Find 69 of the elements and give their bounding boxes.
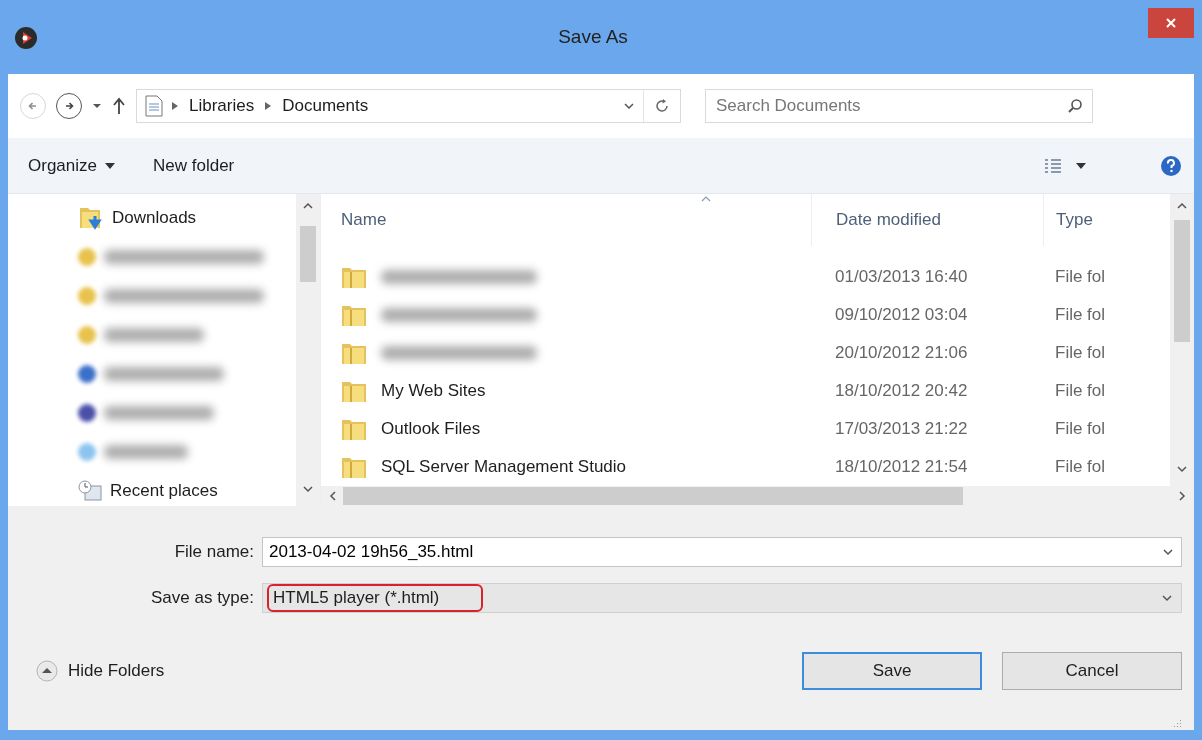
breadcrumb[interactable]: Libraries (187, 96, 257, 116)
date-cell-text: 01/03/2013 16:40 (834, 267, 969, 287)
close-icon (1165, 17, 1177, 29)
up-arrow-icon[interactable] (112, 97, 126, 115)
breadcrumb-arrow-icon (264, 101, 273, 111)
field-label: File name: (173, 542, 255, 562)
date-cell-text: 17/03/2013 21:22 (834, 419, 969, 439)
help-icon[interactable] (1160, 154, 1182, 177)
chevron-icon (1176, 463, 1188, 475)
scrollbar-thumb[interactable] (1174, 220, 1190, 342)
search-icon[interactable] (1067, 98, 1083, 114)
window-title: Save As (557, 26, 629, 48)
field-label: Save as type: (150, 588, 255, 608)
view-options-button[interactable] (1044, 157, 1086, 174)
sidebar-item[interactable]: Downloads (78, 198, 296, 237)
dialog-button[interactable]: Cancel (1002, 652, 1182, 690)
column-header[interactable]: Date modified (811, 194, 1043, 246)
type-cell-text: File fol (1054, 419, 1107, 439)
dialog-button[interactable]: Save (802, 652, 982, 690)
type-cell-text: File fol (1054, 267, 1107, 287)
folder-icon (341, 341, 367, 365)
date-cell-text: 09/10/2012 03:04 (834, 305, 969, 325)
caret-icon[interactable] (92, 102, 102, 110)
scrollbar-thumb[interactable] (300, 226, 316, 282)
file-name[interactable]: SQL Server Management Studio (381, 457, 627, 477)
document-icon (145, 95, 163, 117)
hide-folders-button[interactable]: Hide Folders (36, 660, 165, 682)
type-cell-text: File fol (1054, 343, 1107, 363)
file-name[interactable]: My Web Sites (381, 381, 486, 401)
folder-icon (341, 455, 367, 479)
sidebar-item[interactable]: Recent places (78, 471, 296, 506)
recent-places-icon (78, 479, 102, 502)
list-view-icon (1044, 157, 1062, 174)
folder-icon (341, 417, 367, 441)
refresh-icon[interactable] (654, 98, 670, 114)
search-field[interactable]: Search Documents (705, 89, 1093, 123)
folder-icon (341, 265, 367, 289)
date-cell-text: 18/10/2012 20:42 (834, 381, 969, 401)
folder-icon (341, 303, 367, 327)
resize-grip-icon[interactable] (1172, 718, 1182, 728)
breadcrumb-arrow-icon (171, 101, 179, 111)
highlight-outline: HTML5 player (*.html) (267, 584, 484, 612)
file-type-dropdown[interactable]: HTML5 player (*.html) (262, 583, 1182, 613)
type-cell-text: File fol (1054, 381, 1107, 401)
up-arrow-circle-icon (36, 660, 58, 682)
caret-icon (1076, 162, 1086, 169)
chevron-icon (1161, 592, 1173, 604)
app-icon (14, 26, 38, 50)
type-cell-text: File fol (1054, 457, 1107, 477)
address-bar[interactable]: Libraries Documents (136, 89, 681, 123)
type-cell-text: File fol (1054, 305, 1107, 325)
file-name-field[interactable]: 2013-04-02 19h56_35.html (262, 537, 1182, 567)
close-button[interactable] (1148, 8, 1194, 38)
caret-icon (105, 162, 115, 169)
folder-icon (341, 379, 367, 403)
date-cell-text: 18/10/2012 21:54 (834, 457, 969, 477)
breadcrumb[interactable]: Documents (280, 96, 371, 116)
scrollbar-thumb[interactable] (343, 487, 963, 505)
chevron-icon (1162, 546, 1174, 558)
chevron-icon (302, 483, 314, 495)
toolbar-button[interactable]: New folder (153, 151, 235, 180)
column-header[interactable]: Name (321, 194, 811, 246)
menu-button[interactable]: Organize (28, 151, 115, 180)
file-name[interactable]: Outlook Files (381, 419, 481, 439)
date-cell-text: 20/10/2012 21:06 (834, 343, 969, 363)
chevron-icon (1176, 490, 1188, 502)
forward-button[interactable] (56, 93, 82, 119)
chevron-icon (327, 490, 339, 502)
chevron-icon (623, 100, 635, 112)
